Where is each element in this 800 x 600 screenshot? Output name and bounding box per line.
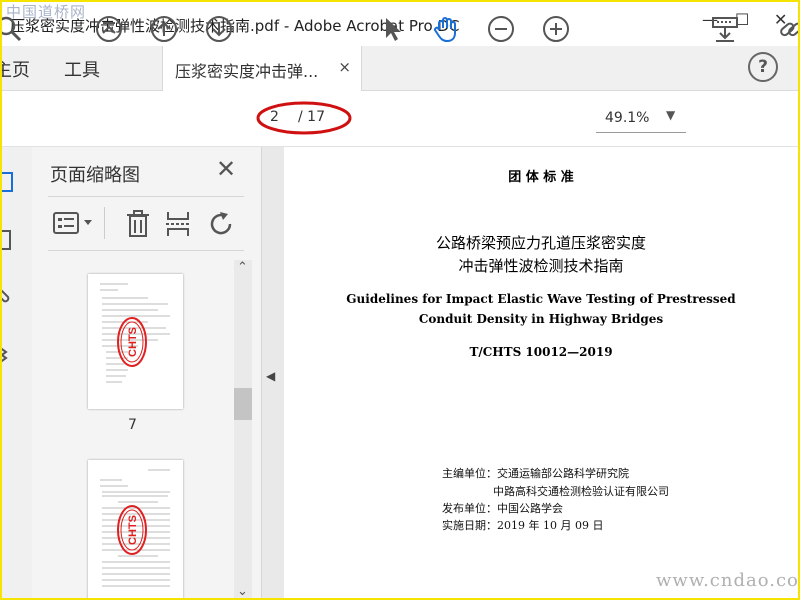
panel-title: 页面缩略图 [50, 165, 140, 186]
effective-date: 实施日期：2019 年 10 月 09 日 [442, 519, 604, 532]
standard-type: 团 体 标 准 [508, 170, 574, 185]
page-thumbnail-7[interactable]: CHTS [88, 274, 183, 409]
publisher-line: 发布单位：中国公路学会 [442, 502, 563, 515]
title-en-line2: Conduit Density in Highway Bridges [418, 312, 664, 326]
zoom-in-icon[interactable] [541, 14, 571, 44]
extract-pages-icon[interactable] [164, 209, 192, 239]
chief-editor-line2: 中路高科交通检测检验认证有限公司 [493, 485, 669, 498]
standard-code: T/CHTS 10012—2019 [469, 345, 613, 359]
home-tab[interactable]: 主页 [2, 56, 30, 82]
close-tab-icon[interactable]: × [338, 58, 351, 76]
panel-divider [48, 196, 244, 197]
rotate-icon[interactable] [206, 209, 236, 239]
toolbar [2, 91, 798, 147]
layers-icon[interactable] [0, 343, 16, 365]
highlight-ellipse [256, 101, 352, 135]
title-cn-line1: 公路桥梁预应力孔道压浆密实度 [435, 234, 646, 252]
scroll-up-icon[interactable]: ⌃ [237, 260, 248, 275]
search-icon[interactable] [0, 14, 24, 44]
title-en-line1: Guidelines for Impact Elastic Wave Testi… [346, 292, 736, 306]
attachment-icon[interactable] [0, 283, 16, 305]
scrollbar-thumb[interactable] [234, 388, 252, 420]
document-tab[interactable]: 压浆密实度冲击弹... × [162, 46, 362, 91]
chts-stamp: CHTS [117, 505, 147, 555]
stamp-text: CHTS [127, 515, 139, 545]
select-cursor-icon[interactable] [378, 14, 408, 44]
menu-bar: 主页 工具 [2, 46, 798, 91]
toolbar-separator [104, 207, 105, 239]
thumbnail-page-content: CHTS [100, 469, 170, 587]
left-nav-rail [0, 147, 33, 598]
chief-editor-line1: 主编单位：交通运输部公路科学研究院 [442, 467, 629, 480]
page-thumbnails-icon[interactable] [0, 171, 16, 193]
stamp-text: CHTS [127, 327, 139, 357]
title-cn-line2: 冲击弹性波检测技术指南 [458, 257, 624, 275]
bookmarks-icon[interactable] [0, 229, 16, 251]
previous-page-icon[interactable] [149, 14, 179, 44]
tools-tab[interactable]: 工具 [64, 56, 100, 82]
site-watermark: www.cndao.com [656, 570, 799, 591]
collapse-panel-icon[interactable]: ◀ [266, 369, 275, 383]
document-page: 团 体 标 准 公路桥梁预应力孔道压浆密实度 冲击弹性波检测技术指南 Guide… [284, 147, 798, 598]
scroll-down-icon[interactable]: ⌄ [237, 584, 248, 598]
link-icon[interactable] [776, 14, 800, 44]
chts-stamp: CHTS [117, 317, 147, 367]
delete-icon[interactable] [124, 209, 152, 239]
thumbnail-page-content: CHTS [100, 283, 170, 383]
hand-tool-icon[interactable] [431, 14, 461, 44]
zoom-level-field[interactable]: 49.1% [605, 110, 649, 126]
next-page-icon[interactable] [204, 14, 234, 44]
zoom-dropdown-icon[interactable]: ▼ [666, 108, 675, 122]
panel-divider [48, 250, 244, 251]
page-thumbnail-8[interactable]: CHTS [88, 460, 183, 598]
panel-close-icon[interactable]: ✕ [216, 155, 236, 183]
app-window: 中国道桥网 压浆密实度冲击弹性波检测技术指南.pdf - Adobe Acrob… [0, 0, 800, 600]
zoom-underline [596, 132, 686, 133]
help-icon[interactable]: ? [748, 52, 778, 82]
thumbnail-page-label: 7 [128, 417, 137, 433]
zoom-out-icon[interactable] [486, 14, 516, 44]
thumbnail-options-icon[interactable] [52, 209, 96, 237]
document-tab-label: 压浆密实度冲击弹... [175, 62, 319, 81]
page-display-icon[interactable] [710, 14, 740, 44]
first-page-icon[interactable] [94, 14, 124, 44]
thumbnail-scrollbar[interactable] [234, 260, 252, 598]
